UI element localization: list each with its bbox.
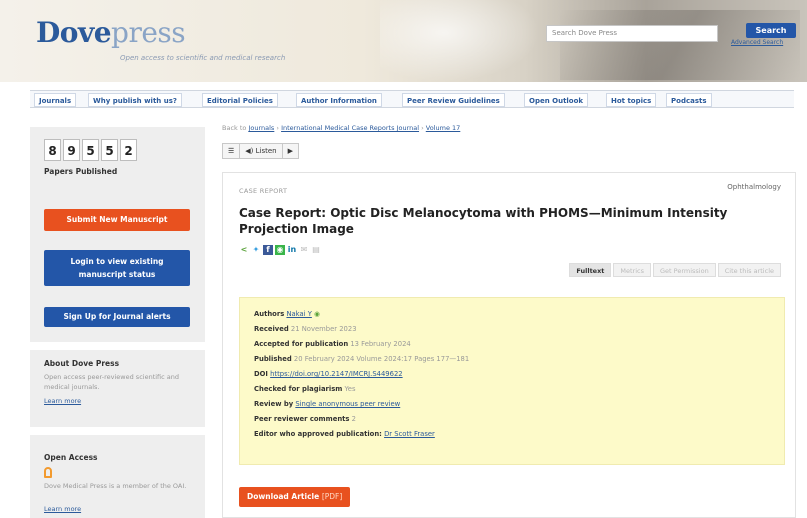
nav-author-information[interactable]: Author Information <box>296 93 382 107</box>
article-type-tag: CASE REPORT <box>239 187 288 195</box>
info-value: Yes <box>344 385 356 393</box>
site-header: Dovepress Open access to scientific and … <box>0 0 807 82</box>
doi-link[interactable]: https://doi.org/10.2147/IMCRJ.S449622 <box>270 370 402 378</box>
info-peer-comments: Peer reviewer comments 2 <box>254 415 356 423</box>
menu-icon[interactable]: ☰ <box>223 144 241 158</box>
print-icon[interactable]: ▤ <box>311 245 321 255</box>
nav-podcasts[interactable]: Podcasts <box>666 93 712 107</box>
nav-journals[interactable]: Journals <box>34 93 77 107</box>
listen-button[interactable]: ◀) Listen <box>240 144 283 158</box>
nav-peer-review[interactable]: Peer Review Guidelines <box>402 93 505 107</box>
open-access-lock-icon <box>44 467 52 478</box>
login-line-1: Login to view existing <box>70 257 164 266</box>
papers-published-label: Papers Published <box>44 167 118 176</box>
info-value: 13 February 2024 <box>350 340 411 348</box>
breadcrumb-separator: › <box>419 124 426 132</box>
info-label: Received <box>254 325 289 333</box>
twitter-icon[interactable]: ✦ <box>251 245 261 255</box>
info-label: Peer reviewer comments <box>254 415 350 423</box>
info-published: Published 20 February 2024 Volume 2024:1… <box>254 355 469 363</box>
tab-cite-article[interactable]: Cite this article <box>717 263 781 277</box>
counter-digit: 2 <box>120 139 137 161</box>
info-label: Checked for plagiarism <box>254 385 343 393</box>
breadcrumb-volume[interactable]: Volume 17 <box>426 124 461 132</box>
header-banner-image <box>380 0 540 82</box>
open-access-learn-more-link[interactable]: Learn more <box>44 505 81 513</box>
share-icon[interactable]: < <box>239 245 249 255</box>
info-value: 21 November 2023 <box>290 325 357 333</box>
login-line-2: manuscript status <box>78 270 156 279</box>
breadcrumb-prefix: Back to <box>222 124 247 132</box>
tab-fulltext[interactable]: Fulltext <box>569 263 612 277</box>
site-tagline: Open access to scientific and medical re… <box>120 54 286 62</box>
tab-metrics[interactable]: Metrics <box>613 263 651 277</box>
logo-text-press: press <box>111 16 186 49</box>
play-icon[interactable]: ▶ <box>283 144 298 158</box>
download-article-button[interactable]: Download Article [PDF] <box>239 487 351 507</box>
article-tabs: Fulltext Metrics Get Permission Cite thi… <box>569 263 781 277</box>
counter-digit: 5 <box>101 139 118 161</box>
search-button[interactable]: Search <box>746 23 796 38</box>
listen-toolbar: ☰ ◀) Listen ▶ <box>222 143 299 159</box>
submit-manuscript-button[interactable]: Submit New Manuscript <box>44 209 190 231</box>
open-access-title: Open Access <box>44 453 98 462</box>
info-label: Editor who approved publication: <box>254 430 382 438</box>
counter-digit: 9 <box>63 139 80 161</box>
journal-alerts-button[interactable]: Sign Up for Journal alerts <box>44 307 190 327</box>
info-review: Review by Single anonymous peer review <box>254 400 400 408</box>
orcid-icon[interactable]: ◉ <box>314 310 320 318</box>
breadcrumb-journal-name[interactable]: International Medical Case Reports Journ… <box>281 124 419 132</box>
info-accepted: Accepted for publication 13 February 202… <box>254 340 411 348</box>
article-section-tag[interactable]: Ophthalmology <box>727 183 781 191</box>
counter-digit: 5 <box>82 139 99 161</box>
info-plagiarism: Checked for plagiarism Yes <box>254 385 356 393</box>
tab-get-permission[interactable]: Get Permission <box>653 263 716 277</box>
nav-editorial-policies[interactable]: Editorial Policies <box>202 93 278 107</box>
article-info-box: Authors Nakai Y ◉ Received 21 November 2… <box>239 297 785 465</box>
about-learn-more-link[interactable]: Learn more <box>44 397 81 405</box>
breadcrumb: Back to Journals › International Medical… <box>222 124 460 132</box>
info-editor: Editor who approved publication: Dr Scot… <box>254 430 435 438</box>
login-manuscript-button[interactable]: Login to view existing manuscript status <box>44 250 190 286</box>
download-format: [PDF] <box>321 492 343 501</box>
advanced-search-link[interactable]: Advanced Search <box>731 39 783 46</box>
counter-digit: 8 <box>44 139 61 161</box>
info-label: Authors <box>254 310 285 318</box>
info-value: 2 <box>351 415 356 423</box>
nav-hot-topics[interactable]: Hot topics <box>606 93 657 107</box>
info-label: Accepted for publication <box>254 340 349 348</box>
review-type-link[interactable]: Single anonymous peer review <box>295 400 400 408</box>
editor-link[interactable]: Dr Scott Fraser <box>384 430 435 438</box>
logo-text-dove: Dove <box>36 16 112 49</box>
nav-why-publish[interactable]: Why publish with us? <box>88 93 182 107</box>
nav-open-outlook[interactable]: Open Outlook <box>524 93 589 107</box>
sidebar: 8 9 5 5 2 Papers Published Submit New Ma… <box>30 127 205 518</box>
email-icon[interactable]: ✉ <box>299 245 309 255</box>
share-bar: < ✦ f ◉ in ✉ ▤ <box>239 245 321 255</box>
dovepress-logo[interactable]: Dovepress <box>36 16 186 49</box>
about-dove-text: Open access peer-reviewed scientific and… <box>44 373 180 391</box>
info-label: DOI <box>254 370 268 378</box>
main-nav: Journals Why publish with us? Editorial … <box>30 90 794 108</box>
info-label: Review by <box>254 400 294 408</box>
info-label: Published <box>254 355 292 363</box>
info-doi: DOI https://doi.org/10.2147/IMCRJ.S44962… <box>254 370 403 378</box>
search-input[interactable]: Search Dove Press <box>546 25 718 42</box>
download-label: Download Article <box>247 492 320 501</box>
facebook-icon[interactable]: f <box>263 245 273 255</box>
sidebar-divider <box>30 342 205 350</box>
info-received: Received 21 November 2023 <box>254 325 357 333</box>
author-link[interactable]: Nakai Y <box>286 310 311 318</box>
info-authors: Authors Nakai Y ◉ <box>254 310 320 318</box>
breadcrumb-journals[interactable]: Journals <box>248 124 274 132</box>
sidebar-divider <box>30 427 205 435</box>
papers-counter: 8 9 5 5 2 <box>44 139 137 163</box>
wechat-icon[interactable]: ◉ <box>275 245 285 255</box>
info-value: 20 February 2024 Volume 2024:17 Pages 17… <box>293 355 470 363</box>
open-access-text: Dove Medical Press is a member of the OA… <box>44 482 187 490</box>
article-title: Case Report: Optic Disc Melanocytoma wit… <box>239 206 728 236</box>
about-dove-title: About Dove Press <box>44 359 120 368</box>
article-panel: CASE REPORT Ophthalmology Case Report: O… <box>222 172 796 518</box>
linkedin-icon[interactable]: in <box>287 245 297 255</box>
